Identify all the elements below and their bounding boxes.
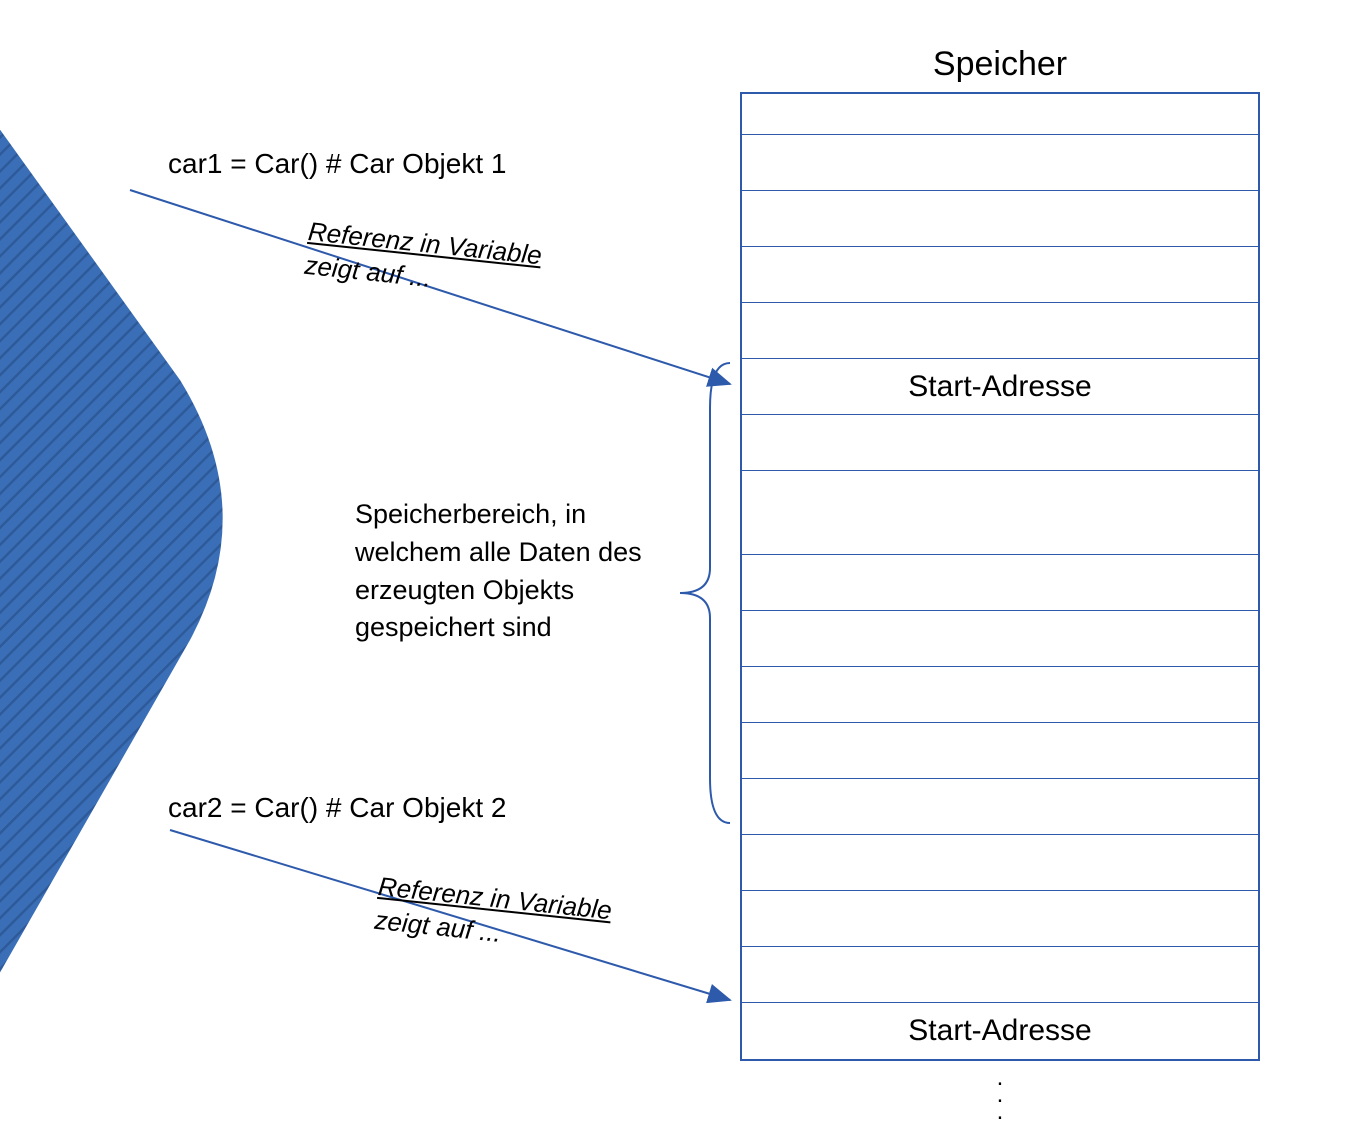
curly-brace [670, 358, 750, 838]
arrow-label-1: Referenz in Variable zeigt auf ... [303, 215, 543, 307]
memory-row [742, 94, 1258, 135]
memory-row [742, 471, 1258, 555]
code-line-2: car2 = Car() # Car Objekt 2 [168, 792, 506, 824]
code-line-1: car1 = Car() # Car Objekt 1 [168, 148, 506, 180]
memory-row-start-address: Start-Adresse [742, 359, 1258, 415]
memory-row [742, 779, 1258, 835]
memory-row [742, 611, 1258, 667]
memory-row [742, 303, 1258, 359]
diagram-canvas: Speicher Start-Adresse Start-Adresse ...… [0, 0, 1370, 1124]
memory-row [742, 891, 1258, 947]
memory-row [742, 835, 1258, 891]
memory-row [742, 247, 1258, 303]
memory-row-start-address: Start-Adresse [742, 1003, 1258, 1059]
memory-region-description: Speicherbereich, in welchem alle Daten d… [355, 496, 655, 647]
memory-table: Start-Adresse Start-Adresse [740, 92, 1260, 1061]
continuation-dots: ... [985, 1070, 1015, 1120]
memory-row [742, 555, 1258, 611]
memory-row [742, 135, 1258, 191]
memory-row [742, 947, 1258, 1003]
memory-row [742, 667, 1258, 723]
memory-row [742, 191, 1258, 247]
arrow-label-2: Referenz in Variable zeigt auf ... [373, 870, 613, 962]
memory-row [742, 723, 1258, 779]
memory-row [742, 415, 1258, 471]
memory-heading: Speicher [740, 45, 1260, 84]
